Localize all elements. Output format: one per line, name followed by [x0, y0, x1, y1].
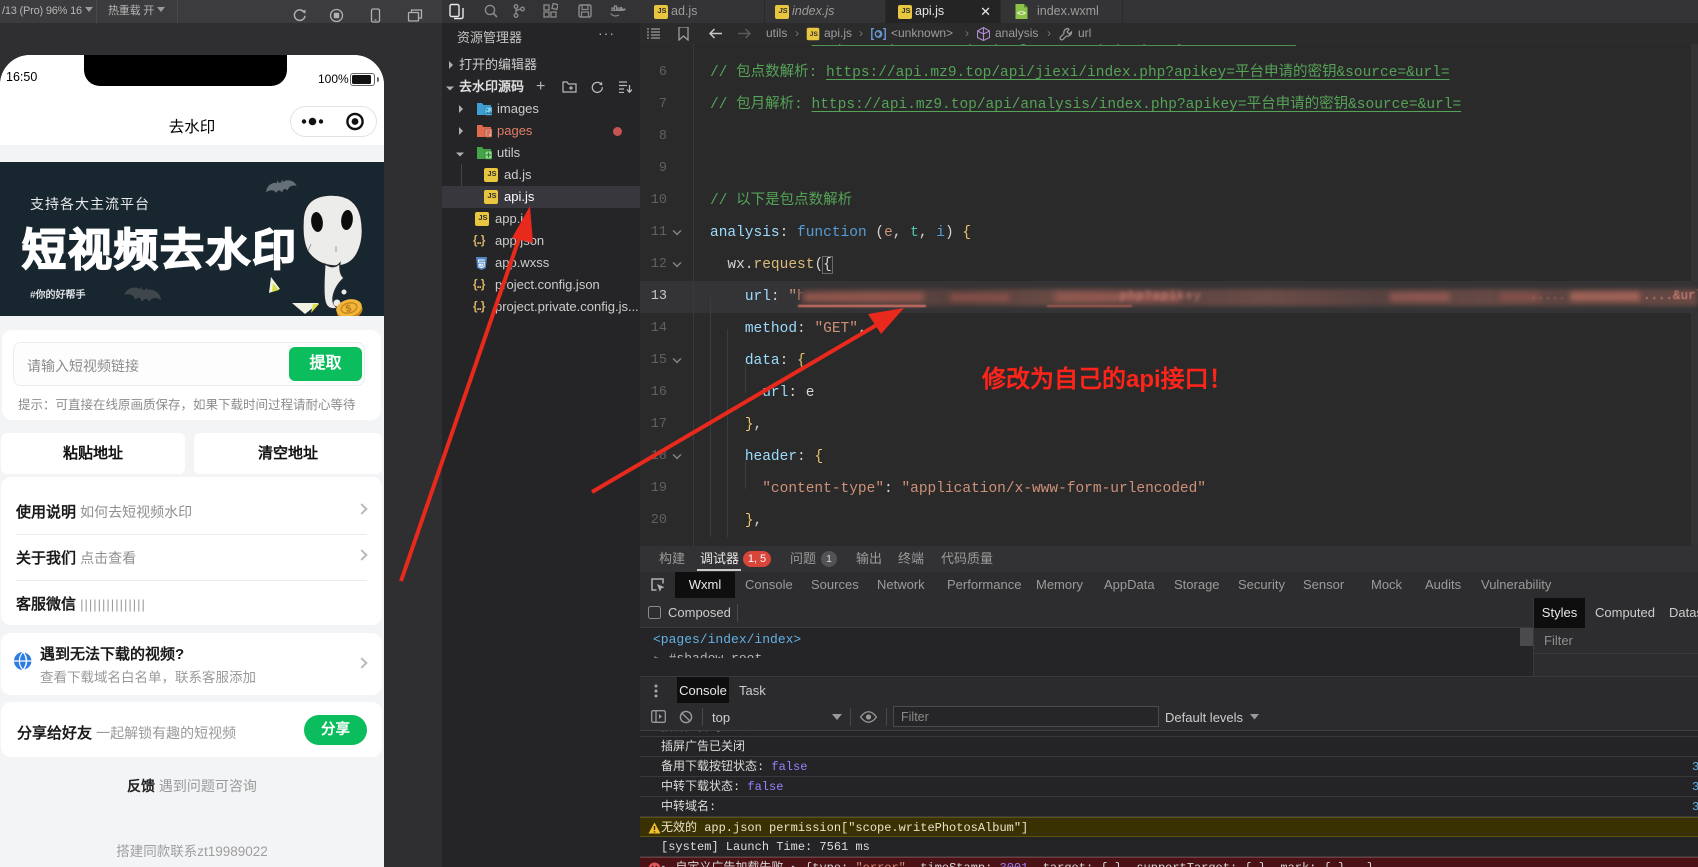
- svg-text:支持各大主流平台: 支持各大主流平台: [30, 196, 150, 212]
- svg-text:#你的好帮手: #你的好帮手: [30, 288, 86, 301]
- svg-text:短视频去水印: 短视频去水印: [22, 226, 298, 275]
- svg-text:<>: <>: [1017, 9, 1026, 18]
